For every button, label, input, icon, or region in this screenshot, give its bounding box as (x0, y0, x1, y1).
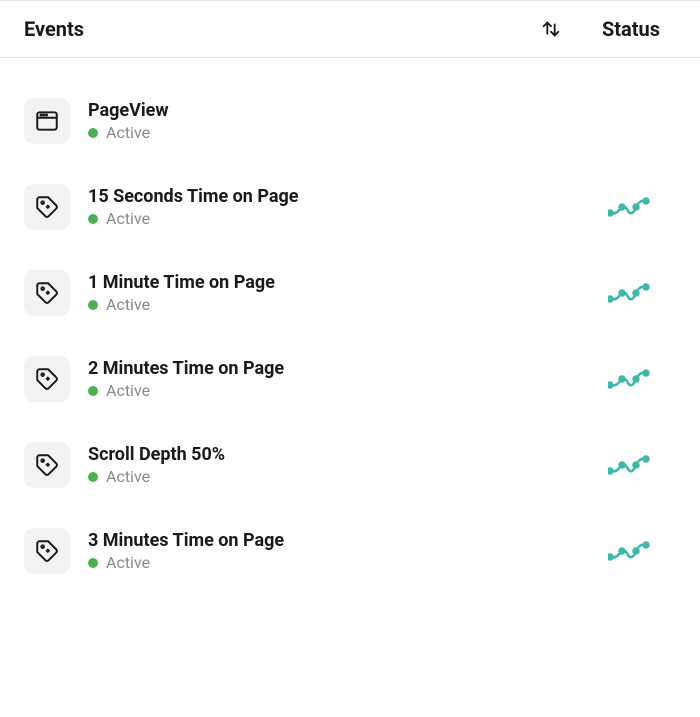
status-text: Active (106, 209, 150, 228)
status-dot-icon (88, 386, 98, 396)
tag-icon (34, 452, 60, 478)
tag-icon (34, 538, 60, 564)
event-icon-box (24, 98, 70, 144)
event-status: Active (88, 209, 590, 228)
event-icon-box (24, 442, 70, 488)
sparkline-icon (608, 539, 652, 563)
status-dot-icon (88, 300, 98, 310)
status-text: Active (106, 467, 150, 486)
event-title: PageView (88, 100, 634, 121)
events-list: PageView Active 15 Seconds Time on Page … (0, 58, 700, 594)
status-text: Active (106, 123, 150, 142)
sparkline-icon (608, 453, 652, 477)
event-text: PageView Active (88, 100, 634, 142)
browser-icon (34, 108, 60, 134)
status-dot-icon (88, 128, 98, 138)
event-row[interactable]: 15 Seconds Time on Page Active (0, 164, 700, 250)
event-text: 15 Seconds Time on Page Active (88, 186, 590, 228)
sparkline-icon (608, 281, 652, 305)
event-row[interactable]: 1 Minute Time on Page Active (0, 250, 700, 336)
status-text: Active (106, 553, 150, 572)
tag-icon (34, 194, 60, 220)
event-chart[interactable] (608, 367, 676, 391)
event-row[interactable]: PageView Active (0, 78, 700, 164)
status-text: Active (106, 381, 150, 400)
event-chart[interactable] (608, 281, 676, 305)
event-title: 2 Minutes Time on Page (88, 358, 590, 379)
event-text: 2 Minutes Time on Page Active (88, 358, 590, 400)
table-header: Events Status (0, 0, 700, 58)
header-events-label[interactable]: Events (24, 17, 540, 41)
event-chart[interactable] (608, 539, 676, 563)
tag-icon (34, 366, 60, 392)
event-chart[interactable] (608, 195, 676, 219)
event-title: 1 Minute Time on Page (88, 272, 590, 293)
status-dot-icon (88, 472, 98, 482)
header-status-label[interactable]: Status (602, 17, 676, 41)
event-row[interactable]: 3 Minutes Time on Page Active (0, 508, 700, 594)
event-text: 1 Minute Time on Page Active (88, 272, 590, 314)
status-dot-icon (88, 214, 98, 224)
sparkline-icon (608, 367, 652, 391)
event-title: Scroll Depth 50% (88, 444, 590, 465)
event-text: Scroll Depth 50% Active (88, 444, 590, 486)
event-icon-box (24, 528, 70, 574)
event-row[interactable]: Scroll Depth 50% Active (0, 422, 700, 508)
event-icon-box (24, 184, 70, 230)
event-icon-box (24, 270, 70, 316)
event-status: Active (88, 381, 590, 400)
event-status: Active (88, 467, 590, 486)
event-text: 3 Minutes Time on Page Active (88, 530, 590, 572)
tag-icon (34, 280, 60, 306)
event-icon-box (24, 356, 70, 402)
event-row[interactable]: 2 Minutes Time on Page Active (0, 336, 700, 422)
sparkline-icon (608, 195, 652, 219)
event-chart[interactable] (608, 453, 676, 477)
status-dot-icon (88, 558, 98, 568)
status-text: Active (106, 295, 150, 314)
event-status: Active (88, 123, 634, 142)
sort-icon (540, 18, 562, 40)
event-title: 15 Seconds Time on Page (88, 186, 590, 207)
event-status: Active (88, 295, 590, 314)
event-title: 3 Minutes Time on Page (88, 530, 590, 551)
sort-button[interactable] (540, 18, 562, 40)
event-status: Active (88, 553, 590, 572)
